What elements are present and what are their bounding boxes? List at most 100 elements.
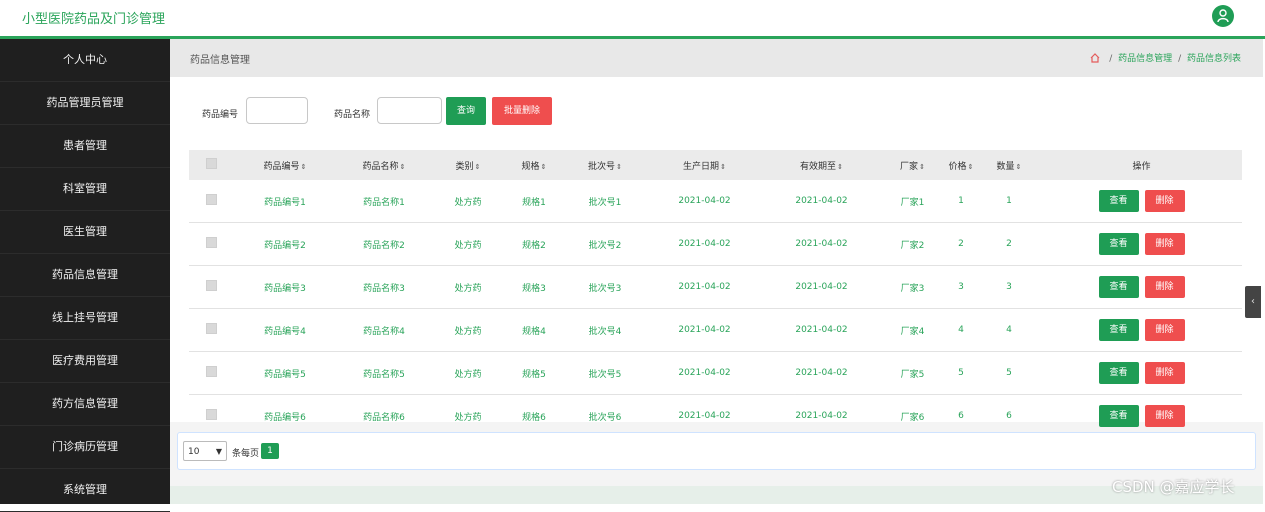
cell-price: 1 bbox=[945, 180, 977, 223]
column-header-batch[interactable]: 批次号⇕ bbox=[564, 150, 646, 180]
breadcrumb-drug-info[interactable]: 药品信息管理 bbox=[1118, 54, 1172, 64]
sidebar-item-doctors[interactable]: 医生管理 bbox=[0, 211, 170, 254]
sort-icon: ⇕ bbox=[540, 162, 547, 171]
delete-button[interactable]: 删除 bbox=[1144, 362, 1185, 384]
cell-actions: 查看 删除 bbox=[1041, 180, 1242, 223]
cell-category: 处方药 bbox=[432, 308, 504, 352]
sidebar-item-patients[interactable]: 患者管理 bbox=[0, 125, 170, 168]
row-checkbox[interactable] bbox=[206, 280, 217, 291]
cell-production-date: 2021-04-02 bbox=[646, 308, 763, 352]
view-button[interactable]: 查看 bbox=[1098, 405, 1139, 427]
view-button[interactable]: 查看 bbox=[1098, 319, 1139, 341]
sidebar: 个人中心 药品管理员管理 患者管理 科室管理 医生管理 药品信息管理 线上挂号管… bbox=[0, 39, 170, 512]
cell-name: 药品名称2 bbox=[336, 222, 432, 266]
cell-batch: 批次号4 bbox=[564, 308, 646, 352]
delete-button[interactable]: 删除 bbox=[1144, 319, 1185, 341]
cell-category: 处方药 bbox=[432, 222, 504, 266]
view-button[interactable]: 查看 bbox=[1098, 190, 1139, 212]
page-number-button[interactable]: 1 bbox=[261, 443, 279, 459]
delete-button[interactable]: 删除 bbox=[1144, 405, 1185, 427]
delete-button[interactable]: 删除 bbox=[1144, 276, 1185, 298]
cell-name: 药品名称4 bbox=[336, 308, 432, 352]
cell-code: 药品编号4 bbox=[234, 308, 336, 352]
sidebar-item-prescriptions[interactable]: 药方信息管理 bbox=[0, 383, 170, 426]
cell-price: 2 bbox=[945, 222, 977, 266]
column-header-manufacturer[interactable]: 厂家⇕ bbox=[880, 150, 945, 180]
cell-batch: 批次号1 bbox=[564, 180, 646, 223]
user-avatar-icon[interactable] bbox=[1212, 5, 1234, 27]
sort-icon: ⇕ bbox=[300, 162, 307, 171]
cell-actions: 查看 删除 bbox=[1041, 308, 1242, 352]
sort-icon: ⇕ bbox=[837, 162, 843, 171]
footer-strip bbox=[170, 486, 1263, 504]
cell-quantity: 4 bbox=[977, 308, 1041, 352]
drug-code-label: 药品编号 bbox=[202, 110, 239, 120]
sort-icon: ⇕ bbox=[474, 162, 481, 171]
chevron-down-icon: ▼ bbox=[215, 447, 222, 456]
drug-code-input[interactable] bbox=[246, 97, 308, 124]
cell-production-date: 2021-04-02 bbox=[646, 351, 763, 395]
sidebar-item-departments[interactable]: 科室管理 bbox=[0, 168, 170, 211]
column-header-price[interactable]: 价格⇕ bbox=[945, 150, 977, 180]
drug-table: 药品编号⇕ 药品名称⇕ 类别⇕ 规格⇕ 批次号⇕ 生产日期⇕ 有效期至⇕ 厂家⇕… bbox=[189, 150, 1242, 438]
cell-name: 药品名称5 bbox=[336, 351, 432, 395]
sidebar-item-medical-fees[interactable]: 医疗费用管理 bbox=[0, 340, 170, 383]
cell-spec: 规格1 bbox=[504, 180, 564, 223]
sidebar-item-online-registration[interactable]: 线上挂号管理 bbox=[0, 297, 170, 340]
select-all-cell bbox=[189, 150, 234, 180]
table-row: 药品编号5 药品名称5 处方药 规格5 批次号5 2021-04-02 2021… bbox=[189, 351, 1242, 395]
table-row: 药品编号2 药品名称2 处方药 规格2 批次号2 2021-04-02 2021… bbox=[189, 222, 1242, 266]
cell-manufacturer: 厂家1 bbox=[880, 180, 945, 223]
query-button[interactable]: 查询 bbox=[446, 97, 486, 125]
column-header-code[interactable]: 药品编号⇕ bbox=[234, 150, 336, 180]
sidebar-item-outpatient-records[interactable]: 门诊病历管理 bbox=[0, 426, 170, 469]
row-checkbox[interactable] bbox=[206, 323, 217, 334]
column-header-spec[interactable]: 规格⇕ bbox=[504, 150, 564, 180]
drug-name-input[interactable] bbox=[377, 97, 442, 124]
column-header-name[interactable]: 药品名称⇕ bbox=[336, 150, 432, 180]
cell-production-date: 2021-04-02 bbox=[646, 265, 763, 309]
cell-name: 药品名称3 bbox=[336, 265, 432, 309]
pagination: 10 ▼ 条每页 1 bbox=[177, 432, 1256, 470]
cell-expiry: 2021-04-02 bbox=[763, 265, 880, 309]
sidebar-item-drug-info[interactable]: 药品信息管理 bbox=[0, 254, 170, 297]
page-size-select[interactable]: 10 ▼ bbox=[183, 441, 227, 461]
column-header-quantity[interactable]: 数量⇕ bbox=[977, 150, 1041, 180]
view-button[interactable]: 查看 bbox=[1098, 276, 1139, 298]
view-button[interactable]: 查看 bbox=[1098, 362, 1139, 384]
row-checkbox[interactable] bbox=[206, 366, 217, 377]
sort-icon: ⇕ bbox=[720, 162, 726, 171]
cell-category: 处方药 bbox=[432, 351, 504, 395]
table-row: 药品编号4 药品名称4 处方药 规格4 批次号4 2021-04-02 2021… bbox=[189, 308, 1242, 352]
row-checkbox[interactable] bbox=[206, 409, 217, 420]
cell-production-date: 2021-04-02 bbox=[646, 222, 763, 266]
table-header-row: 药品编号⇕ 药品名称⇕ 类别⇕ 规格⇕ 批次号⇕ 生产日期⇕ 有效期至⇕ 厂家⇕… bbox=[189, 150, 1242, 180]
select-all-checkbox[interactable] bbox=[206, 158, 217, 169]
page-size-value: 10 bbox=[188, 447, 200, 457]
home-icon[interactable] bbox=[1090, 53, 1100, 66]
title-bar: 药品信息管理 / 药品信息管理 / 药品信息列表 bbox=[170, 39, 1263, 77]
column-header-category[interactable]: 类别⇕ bbox=[432, 150, 504, 180]
row-checkbox[interactable] bbox=[206, 194, 217, 205]
delete-button[interactable]: 删除 bbox=[1144, 190, 1185, 212]
cell-quantity: 1 bbox=[977, 180, 1041, 223]
cell-quantity: 3 bbox=[977, 265, 1041, 309]
sidebar-item-drug-admins[interactable]: 药品管理员管理 bbox=[0, 82, 170, 125]
breadcrumb-separator: / bbox=[1178, 54, 1182, 64]
drug-name-label: 药品名称 bbox=[334, 110, 371, 120]
top-header: 小型医院药品及门诊管理 bbox=[0, 0, 1265, 39]
cell-actions: 查看 删除 bbox=[1041, 351, 1242, 395]
cell-spec: 规格5 bbox=[504, 351, 564, 395]
sidebar-item-system[interactable]: 系统管理 bbox=[0, 469, 170, 512]
sidebar-item-profile[interactable]: 个人中心 bbox=[0, 39, 170, 82]
row-checkbox[interactable] bbox=[206, 237, 217, 248]
delete-button[interactable]: 删除 bbox=[1144, 233, 1185, 255]
collapse-chevron-left-icon[interactable]: ‹ bbox=[1245, 286, 1261, 318]
view-button[interactable]: 查看 bbox=[1098, 233, 1139, 255]
column-header-expiry[interactable]: 有效期至⇕ bbox=[763, 150, 880, 180]
column-header-production-date[interactable]: 生产日期⇕ bbox=[646, 150, 763, 180]
sort-icon: ⇕ bbox=[1015, 162, 1022, 171]
sort-icon: ⇕ bbox=[399, 162, 406, 171]
batch-delete-button[interactable]: 批量删除 bbox=[492, 97, 552, 125]
cell-code: 药品编号2 bbox=[234, 222, 336, 266]
